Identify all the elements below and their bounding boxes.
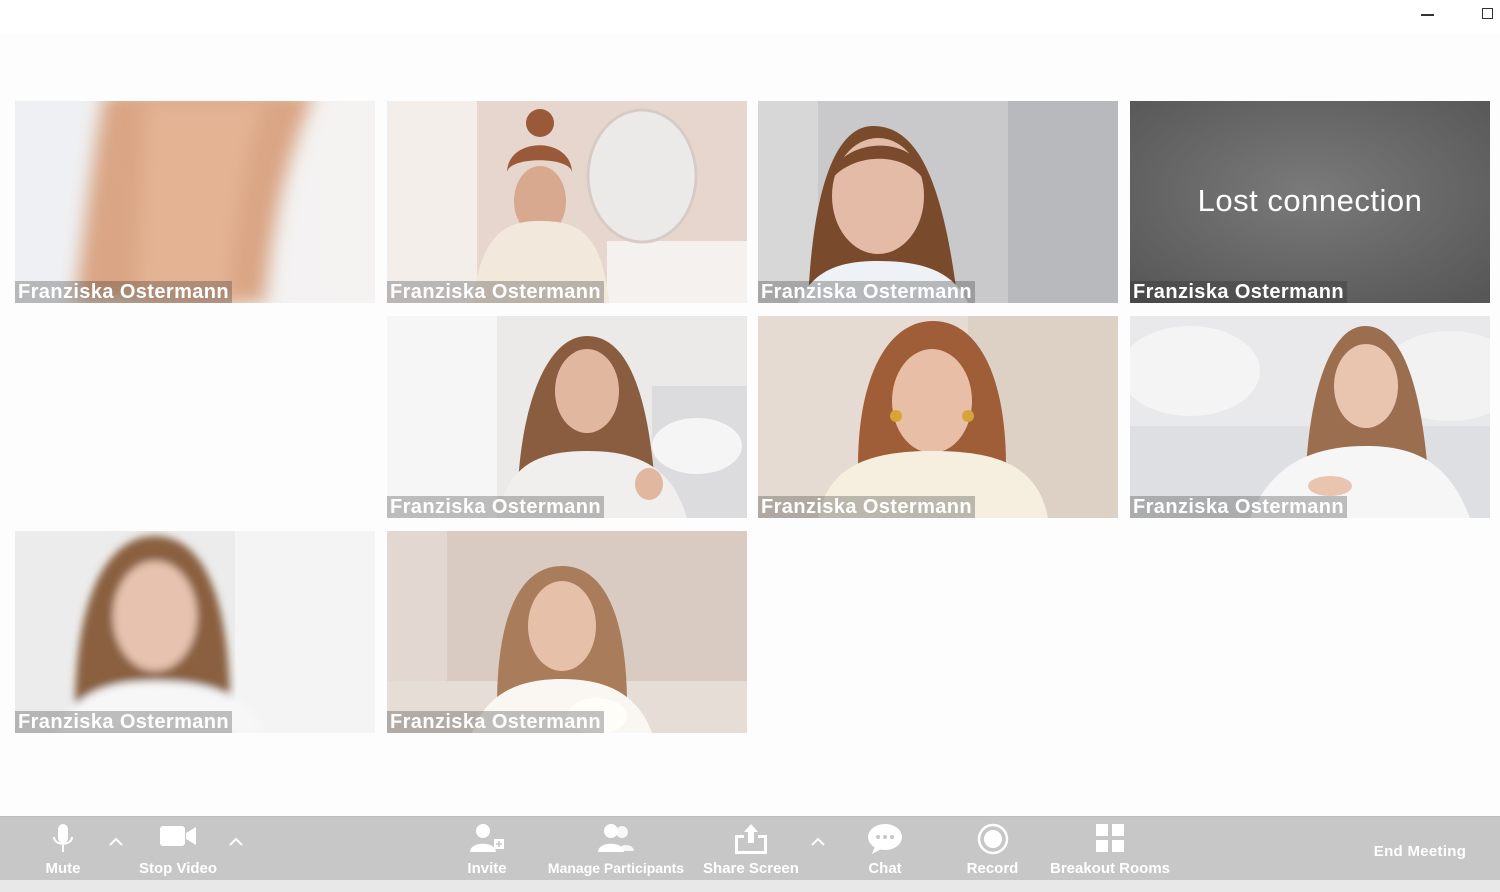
record-button[interactable]: Record [955,817,1030,881]
invite-label: Invite [467,860,507,877]
video-tile[interactable]: Franziska Ostermann [758,101,1118,303]
participant-video [387,316,747,518]
breakout-rooms-button[interactable]: Breakout Rooms [1040,817,1180,881]
mute-button[interactable]: Mute [28,817,98,881]
participant-name: Franziska Ostermann [387,711,605,733]
video-tile[interactable]: Franziska Ostermann [1130,316,1490,518]
video-tile[interactable]: Franziska Ostermann [387,101,747,303]
participant-name: Franziska Ostermann [1130,281,1348,303]
meeting-toolbar: Mute Stop Video Invite Manage Participan… [0,816,1500,881]
chevron-up-icon [109,837,123,846]
participant-video [758,101,1118,303]
breakout-rooms-label: Breakout Rooms [1049,860,1171,877]
participant-video [1130,316,1490,518]
lost-connection-status: Lost connection [1197,183,1423,218]
mute-label: Mute [45,860,81,877]
manage-participants-button[interactable]: Manage Participants [545,817,687,881]
share-options-chevron[interactable] [810,835,826,849]
participant-name: Franziska Ostermann [15,281,233,303]
participant-name: Franziska Ostermann [387,496,605,518]
microphone-icon [53,824,73,852]
video-tile[interactable]: Franziska Ostermann [758,316,1118,518]
chat-bubble-icon [868,824,902,854]
chat-label: Chat [868,860,902,877]
participant-video [15,101,375,303]
chevron-up-icon [229,837,243,846]
participant-name: Franziska Ostermann [758,281,976,303]
audio-options-chevron[interactable] [108,835,124,849]
participant-name: Franziska Ostermann [758,496,976,518]
record-label: Record [966,860,1019,877]
share-screen-label: Share Screen [703,860,799,877]
video-tile-lost-connection[interactable]: Lost connection Franziska Ostermann [1130,101,1490,303]
share-screen-button[interactable]: Share Screen [695,817,807,881]
video-tile[interactable]: Franziska Ostermann [387,531,747,733]
video-tile[interactable]: Franziska Ostermann [387,316,747,518]
chevron-up-icon [811,837,825,846]
add-user-icon [470,824,504,852]
participants-icon [598,824,634,852]
manage-participants-label: Manage Participants [547,860,685,876]
participant-video [387,101,747,303]
invite-button[interactable]: Invite [452,817,522,881]
video-camera-icon [160,826,196,846]
video-tile[interactable]: Franziska Ostermann [15,101,375,303]
participant-name: Franziska Ostermann [1130,496,1348,518]
participant-video [15,531,375,733]
participant-name: Franziska Ostermann [15,711,233,733]
share-screen-icon [735,824,767,854]
breakout-rooms-icon [1096,824,1124,852]
participant-name: Franziska Ostermann [387,281,605,303]
video-gallery: Franziska Ostermann Franziska Ostermann … [0,0,1500,812]
taskbar-edge [0,880,1500,892]
record-icon [977,823,1008,855]
end-meeting-button[interactable]: End Meeting [1350,817,1490,881]
stop-video-button[interactable]: Stop Video [128,817,228,881]
participant-video [387,531,747,733]
chat-button[interactable]: Chat [850,817,920,881]
video-tile[interactable]: Franziska Ostermann [15,531,375,733]
video-options-chevron[interactable] [228,835,244,849]
stop-video-label: Stop Video [138,860,218,877]
participant-video [758,316,1118,518]
